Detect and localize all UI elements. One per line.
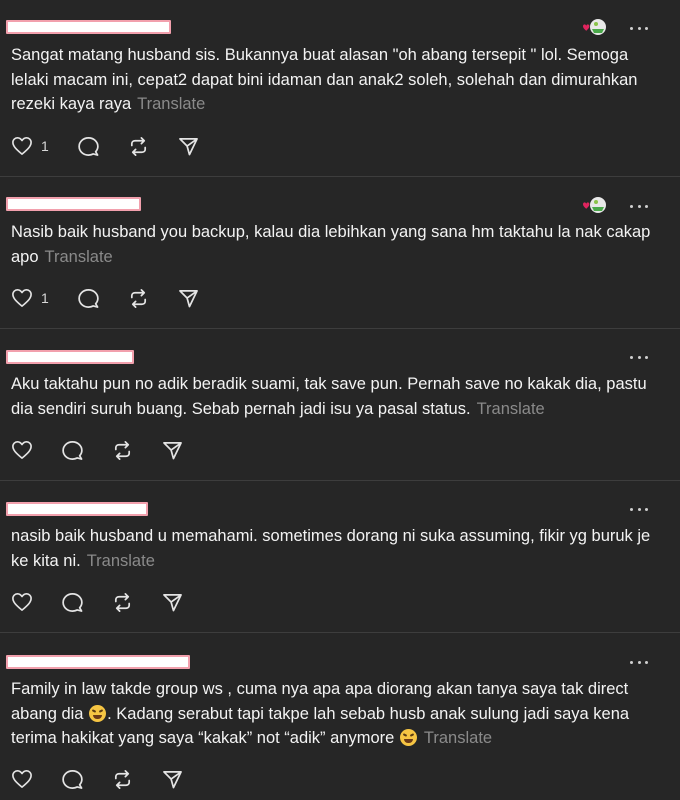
action-bar: 1 bbox=[11, 135, 228, 157]
heart-icon bbox=[12, 289, 32, 307]
more-options-button[interactable] bbox=[630, 506, 648, 512]
heart-icon bbox=[12, 441, 32, 459]
comment-text: nasib baik husband u memahami. sometimes… bbox=[11, 524, 651, 573]
share-button[interactable] bbox=[162, 439, 183, 461]
share-icon bbox=[178, 137, 198, 155]
reply-button[interactable] bbox=[62, 591, 83, 613]
like-count: 1 bbox=[41, 138, 49, 154]
reaction-avatar-icon[interactable] bbox=[582, 17, 608, 37]
action-bar bbox=[11, 439, 212, 461]
rolling-on-floor-laughing-emoji bbox=[399, 729, 417, 746]
comment-icon bbox=[62, 440, 83, 460]
repost-icon bbox=[130, 288, 146, 308]
translate-link[interactable]: Translate bbox=[477, 400, 545, 418]
more-options-button[interactable] bbox=[630, 203, 648, 209]
action-bar bbox=[11, 768, 212, 790]
share-button[interactable] bbox=[178, 287, 199, 309]
action-bar bbox=[11, 591, 212, 613]
redacted-username bbox=[6, 20, 171, 34]
translate-link[interactable]: Translate bbox=[45, 248, 113, 266]
redacted-username bbox=[6, 350, 134, 364]
share-icon bbox=[163, 770, 182, 788]
comment-item: Aku taktahu pun no adik beradik suami, t… bbox=[0, 329, 680, 481]
repost-button[interactable] bbox=[128, 135, 149, 157]
action-bar: 1 bbox=[11, 287, 228, 309]
redacted-username bbox=[6, 655, 190, 669]
translate-link[interactable]: Translate bbox=[137, 95, 205, 113]
repost-icon bbox=[114, 440, 131, 460]
share-button[interactable] bbox=[162, 591, 183, 613]
translate-link[interactable]: Translate bbox=[424, 729, 492, 747]
heart-icon bbox=[12, 770, 32, 788]
like-button[interactable]: 1 bbox=[11, 135, 49, 157]
share-button[interactable] bbox=[162, 768, 183, 790]
redacted-username bbox=[6, 197, 141, 211]
comment-item: Sangat matang husband sis. Bukannya buat… bbox=[0, 0, 680, 177]
comment-item: Family in law takde group ws , cuma nya … bbox=[0, 633, 680, 800]
more-options-button[interactable] bbox=[630, 354, 648, 360]
comment-icon bbox=[62, 769, 83, 789]
share-icon bbox=[178, 289, 198, 307]
comment-body: Aku taktahu pun no adik beradik suami, t… bbox=[11, 375, 647, 418]
redacted-username bbox=[6, 502, 148, 516]
comment-icon bbox=[78, 288, 99, 308]
reply-button[interactable] bbox=[62, 768, 83, 790]
repost-icon bbox=[130, 136, 146, 156]
comment-icon bbox=[78, 136, 99, 156]
heart-icon bbox=[12, 593, 32, 611]
rolling-on-floor-laughing-emoji bbox=[89, 704, 107, 722]
like-button[interactable]: 1 bbox=[11, 287, 49, 309]
share-button[interactable] bbox=[178, 135, 199, 157]
comment-text: Sangat matang husband sis. Bukannya buat… bbox=[11, 43, 651, 117]
more-options-button[interactable] bbox=[630, 25, 648, 31]
repost-icon bbox=[114, 592, 131, 612]
like-button[interactable] bbox=[11, 591, 33, 613]
comment-text: Aku taktahu pun no adik beradik suami, t… bbox=[11, 372, 651, 421]
like-button[interactable] bbox=[11, 768, 33, 790]
comment-text: Family in law takde group ws , cuma nya … bbox=[11, 677, 651, 751]
comment-body: Sangat matang husband sis. Bukannya buat… bbox=[11, 46, 638, 113]
heart-icon bbox=[12, 137, 32, 155]
repost-button[interactable] bbox=[128, 287, 149, 309]
reply-button[interactable] bbox=[62, 439, 83, 461]
translate-link[interactable]: Translate bbox=[87, 552, 155, 570]
comment-item: nasib baik husband u memahami. sometimes… bbox=[0, 481, 680, 633]
repost-button[interactable] bbox=[112, 768, 133, 790]
share-icon bbox=[163, 593, 182, 611]
comment-item: Nasib baik husband you backup, kalau dia… bbox=[0, 177, 680, 329]
like-count: 1 bbox=[41, 290, 49, 306]
reply-button[interactable] bbox=[78, 287, 99, 309]
reply-button[interactable] bbox=[78, 135, 99, 157]
reaction-avatar-icon[interactable] bbox=[582, 195, 608, 215]
like-button[interactable] bbox=[11, 439, 33, 461]
repost-icon bbox=[114, 769, 131, 789]
repost-button[interactable] bbox=[112, 591, 133, 613]
share-icon bbox=[163, 441, 182, 459]
comment-icon bbox=[62, 592, 83, 612]
comment-text: Nasib baik husband you backup, kalau dia… bbox=[11, 220, 651, 269]
more-options-button[interactable] bbox=[630, 659, 648, 665]
repost-button[interactable] bbox=[112, 439, 133, 461]
